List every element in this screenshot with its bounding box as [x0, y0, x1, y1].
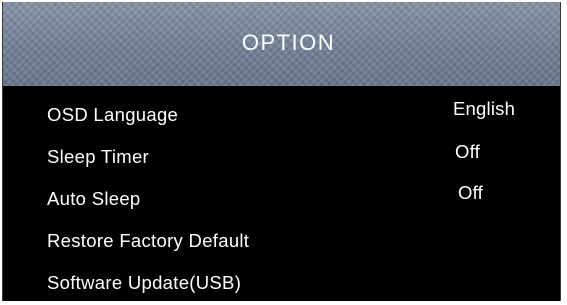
menu-item-value: Off — [458, 182, 483, 203]
menu-header: OPTION — [3, 2, 560, 86]
menu-item-label: OSD Language — [47, 104, 179, 125]
menu-item-value: English — [453, 98, 516, 119]
option-list: OSD Language English Sleep Timer Off Aut… — [3, 90, 560, 300]
menu-item-restore-factory-default[interactable]: Restore Factory Default — [3, 216, 560, 258]
menu-item-value: Off — [455, 141, 480, 162]
menu-item-software-update-usb[interactable]: Software Update(USB) — [3, 258, 560, 300]
menu-item-auto-sleep[interactable]: Auto Sleep Off — [3, 174, 560, 216]
osd-option-menu: OPTION OSD Language English Sleep Timer … — [2, 2, 561, 301]
menu-item-label: Auto Sleep — [47, 188, 141, 209]
menu-item-label: Software Update(USB) — [47, 272, 242, 293]
menu-item-label: Restore Factory Default — [47, 230, 250, 251]
menu-item-label: Sleep Timer — [47, 146, 150, 167]
menu-item-sleep-timer[interactable]: Sleep Timer Off — [3, 132, 560, 174]
menu-item-osd-language[interactable]: OSD Language English — [3, 90, 560, 132]
menu-title: OPTION — [241, 30, 336, 55]
